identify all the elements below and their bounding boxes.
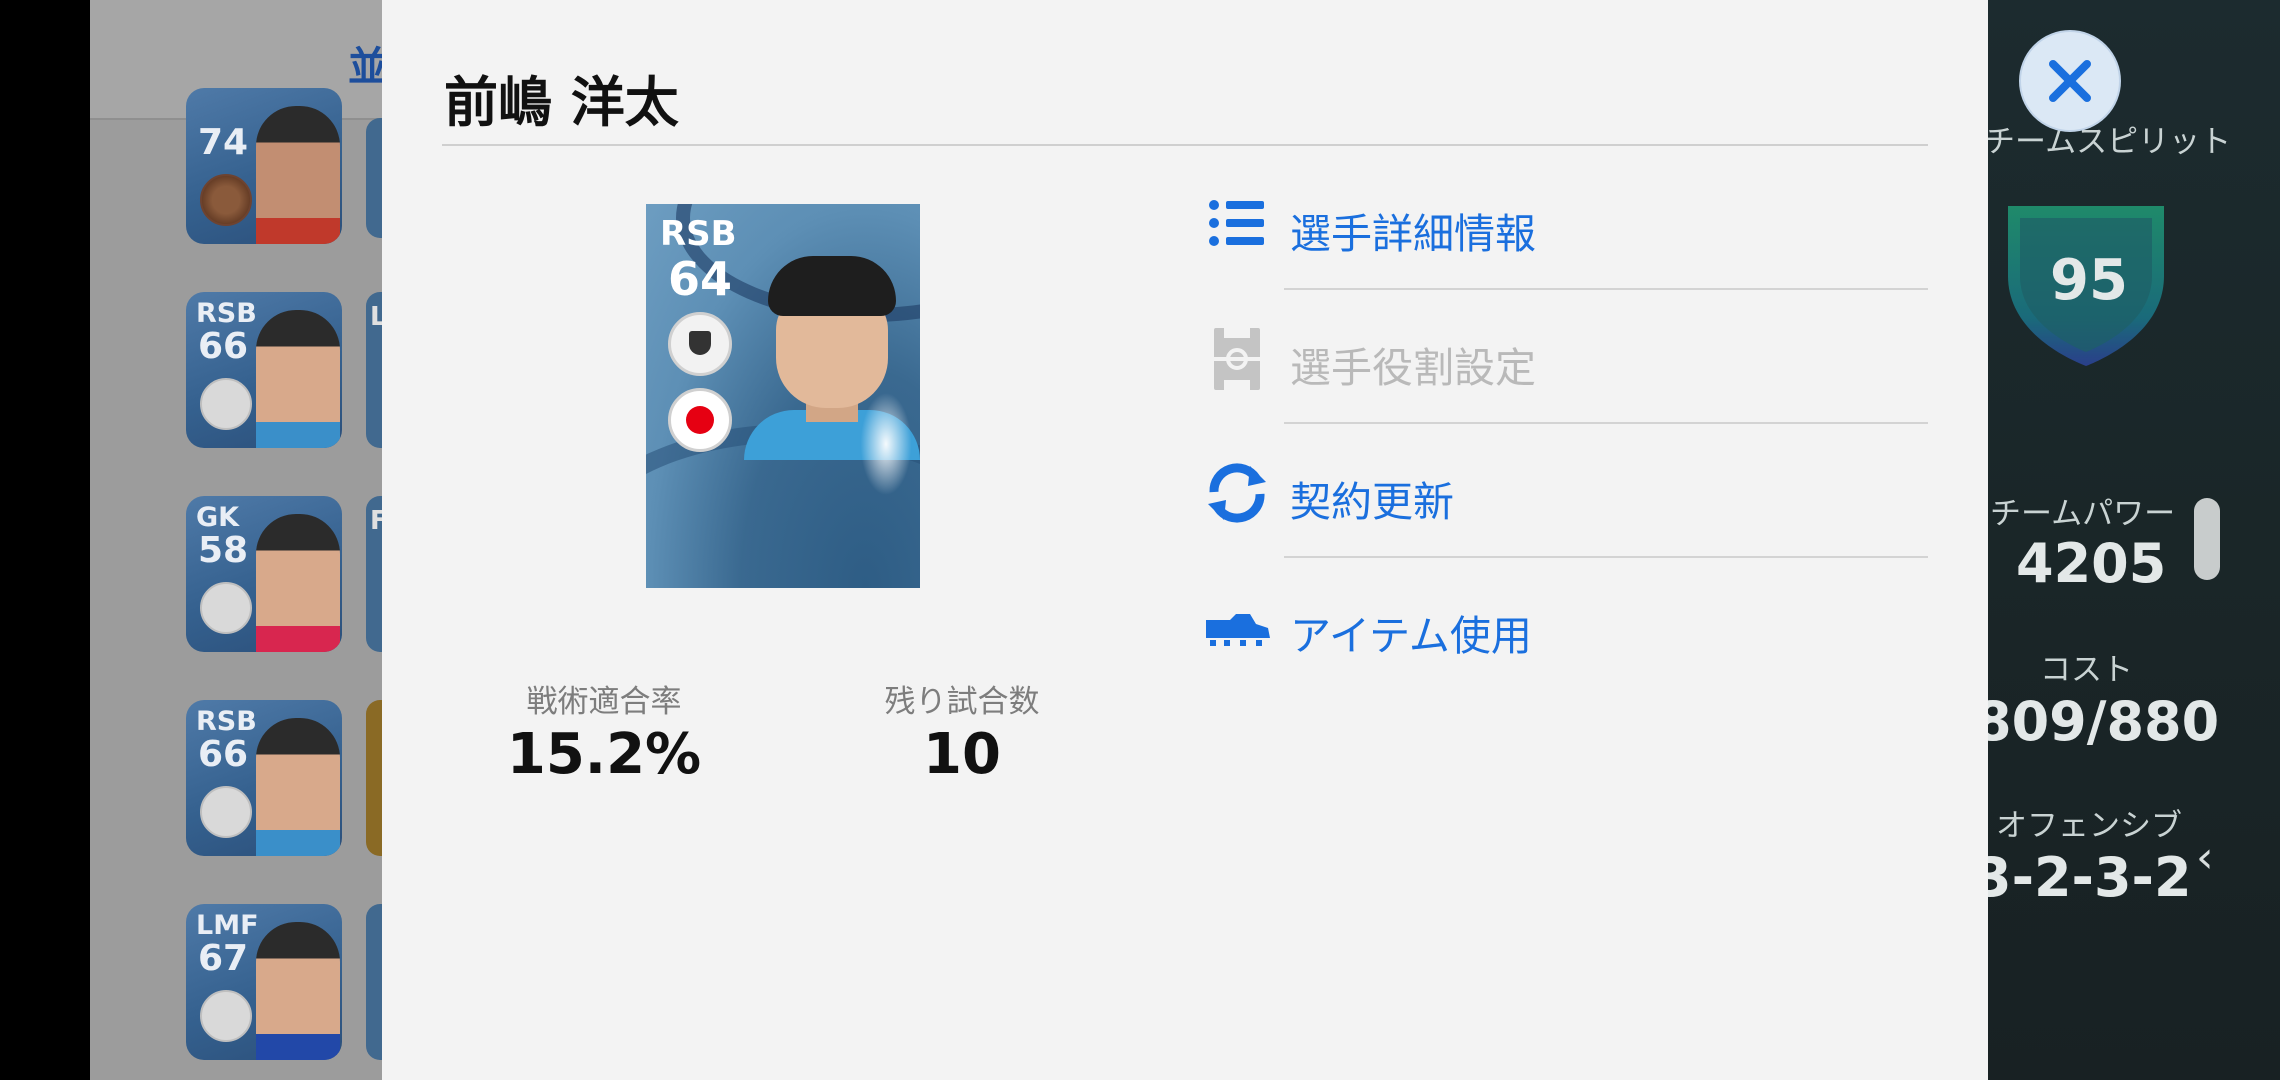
close-button[interactable] bbox=[2019, 30, 2121, 132]
remaining-matches-label: 残り試合数 bbox=[884, 684, 1040, 720]
menu-divider bbox=[1284, 422, 1928, 424]
pitch-icon bbox=[1214, 328, 1260, 390]
remaining-matches-value: 10 bbox=[923, 722, 1001, 787]
player-details-button[interactable]: 選手詳細情報 bbox=[1188, 158, 1928, 292]
renew-contract-button[interactable]: 契約更新 bbox=[1188, 426, 1928, 560]
team-power-label: チームパワー bbox=[1990, 496, 2176, 532]
player-role-settings-button[interactable]: 選手役割設定 bbox=[1188, 292, 1928, 426]
cost-label: コスト bbox=[2040, 652, 2133, 688]
close-icon bbox=[2049, 60, 2091, 102]
formation-value: 3-2-3-2 bbox=[1974, 846, 2192, 909]
club-badge-icon bbox=[200, 786, 252, 838]
player-rating: 66 bbox=[198, 326, 249, 367]
japan-flag-icon bbox=[668, 388, 732, 452]
cost-value: 809/880 bbox=[1974, 690, 2220, 753]
team-power-value: 4205 bbox=[2016, 532, 2167, 595]
scrollbar-thumb[interactable] bbox=[2194, 498, 2220, 580]
player-list-background: 並 74 RSB 66 GK 58 RSB 66 LMF 67 L F bbox=[90, 0, 390, 1080]
player-rating: 67 bbox=[198, 938, 249, 979]
player-role-settings-label: 選手役割設定 bbox=[1290, 344, 1536, 392]
menu-divider bbox=[1284, 288, 1928, 290]
tactical-fit-value: 15.2% bbox=[506, 722, 702, 787]
use-item-button[interactable]: アイテム使用 bbox=[1188, 560, 1928, 694]
player-action-dialog: 前嶋 洋太 RSB 64 戦術適合率 15.2% 残り試合数 10 選手詳細情報 bbox=[382, 0, 1988, 1080]
player-portrait bbox=[256, 106, 340, 244]
style-label: オフェンシブ bbox=[1996, 808, 2182, 844]
renew-contract-label: 契約更新 bbox=[1290, 478, 1454, 526]
club-badge-icon bbox=[200, 378, 252, 430]
boot-icon bbox=[1206, 614, 1270, 646]
bronze-badge-icon bbox=[200, 174, 252, 226]
player-card[interactable]: LMF 67 bbox=[186, 904, 342, 1060]
player-hair bbox=[768, 256, 896, 316]
title-divider bbox=[442, 144, 1928, 146]
player-position: LMF bbox=[196, 910, 259, 941]
player-portrait bbox=[256, 514, 340, 652]
use-item-label: アイテム使用 bbox=[1290, 612, 1532, 660]
player-card[interactable]: 74 bbox=[186, 88, 342, 244]
team-spirit-label: チームスピリット bbox=[1984, 124, 2232, 160]
menu-divider bbox=[1284, 556, 1928, 558]
player-rating: 66 bbox=[198, 734, 249, 775]
refresh-icon bbox=[1208, 463, 1266, 523]
list-icon bbox=[1209, 200, 1264, 246]
card-shine-decoration bbox=[856, 384, 916, 504]
club-badge-icon bbox=[668, 312, 732, 376]
player-card[interactable]: RSB 66 bbox=[186, 292, 342, 448]
player-card[interactable]: GK 58 bbox=[186, 496, 342, 652]
club-badge-icon bbox=[200, 582, 252, 634]
player-card[interactable]: RSB 66 bbox=[186, 700, 342, 856]
player-position: RSB bbox=[196, 298, 257, 329]
player-rating: 58 bbox=[198, 530, 249, 571]
chevron-left-icon[interactable]: ‹ bbox=[2196, 832, 2214, 883]
player-portrait bbox=[256, 718, 340, 856]
player-card-large: RSB 64 bbox=[646, 204, 920, 588]
card-rating: 64 bbox=[668, 252, 733, 306]
player-position: RSB bbox=[196, 706, 257, 737]
card-position: RSB bbox=[660, 214, 737, 254]
player-portrait bbox=[256, 310, 340, 448]
player-name: 前嶋 洋太 bbox=[444, 71, 679, 134]
player-rating: 74 bbox=[198, 122, 249, 163]
club-badge-icon bbox=[200, 990, 252, 1042]
tactical-fit-label: 戦術適合率 bbox=[526, 684, 682, 720]
player-details-label: 選手詳細情報 bbox=[1290, 210, 1536, 258]
player-position: GK bbox=[196, 502, 240, 533]
player-portrait bbox=[256, 922, 340, 1060]
team-spirit-value: 95 bbox=[2050, 248, 2128, 313]
